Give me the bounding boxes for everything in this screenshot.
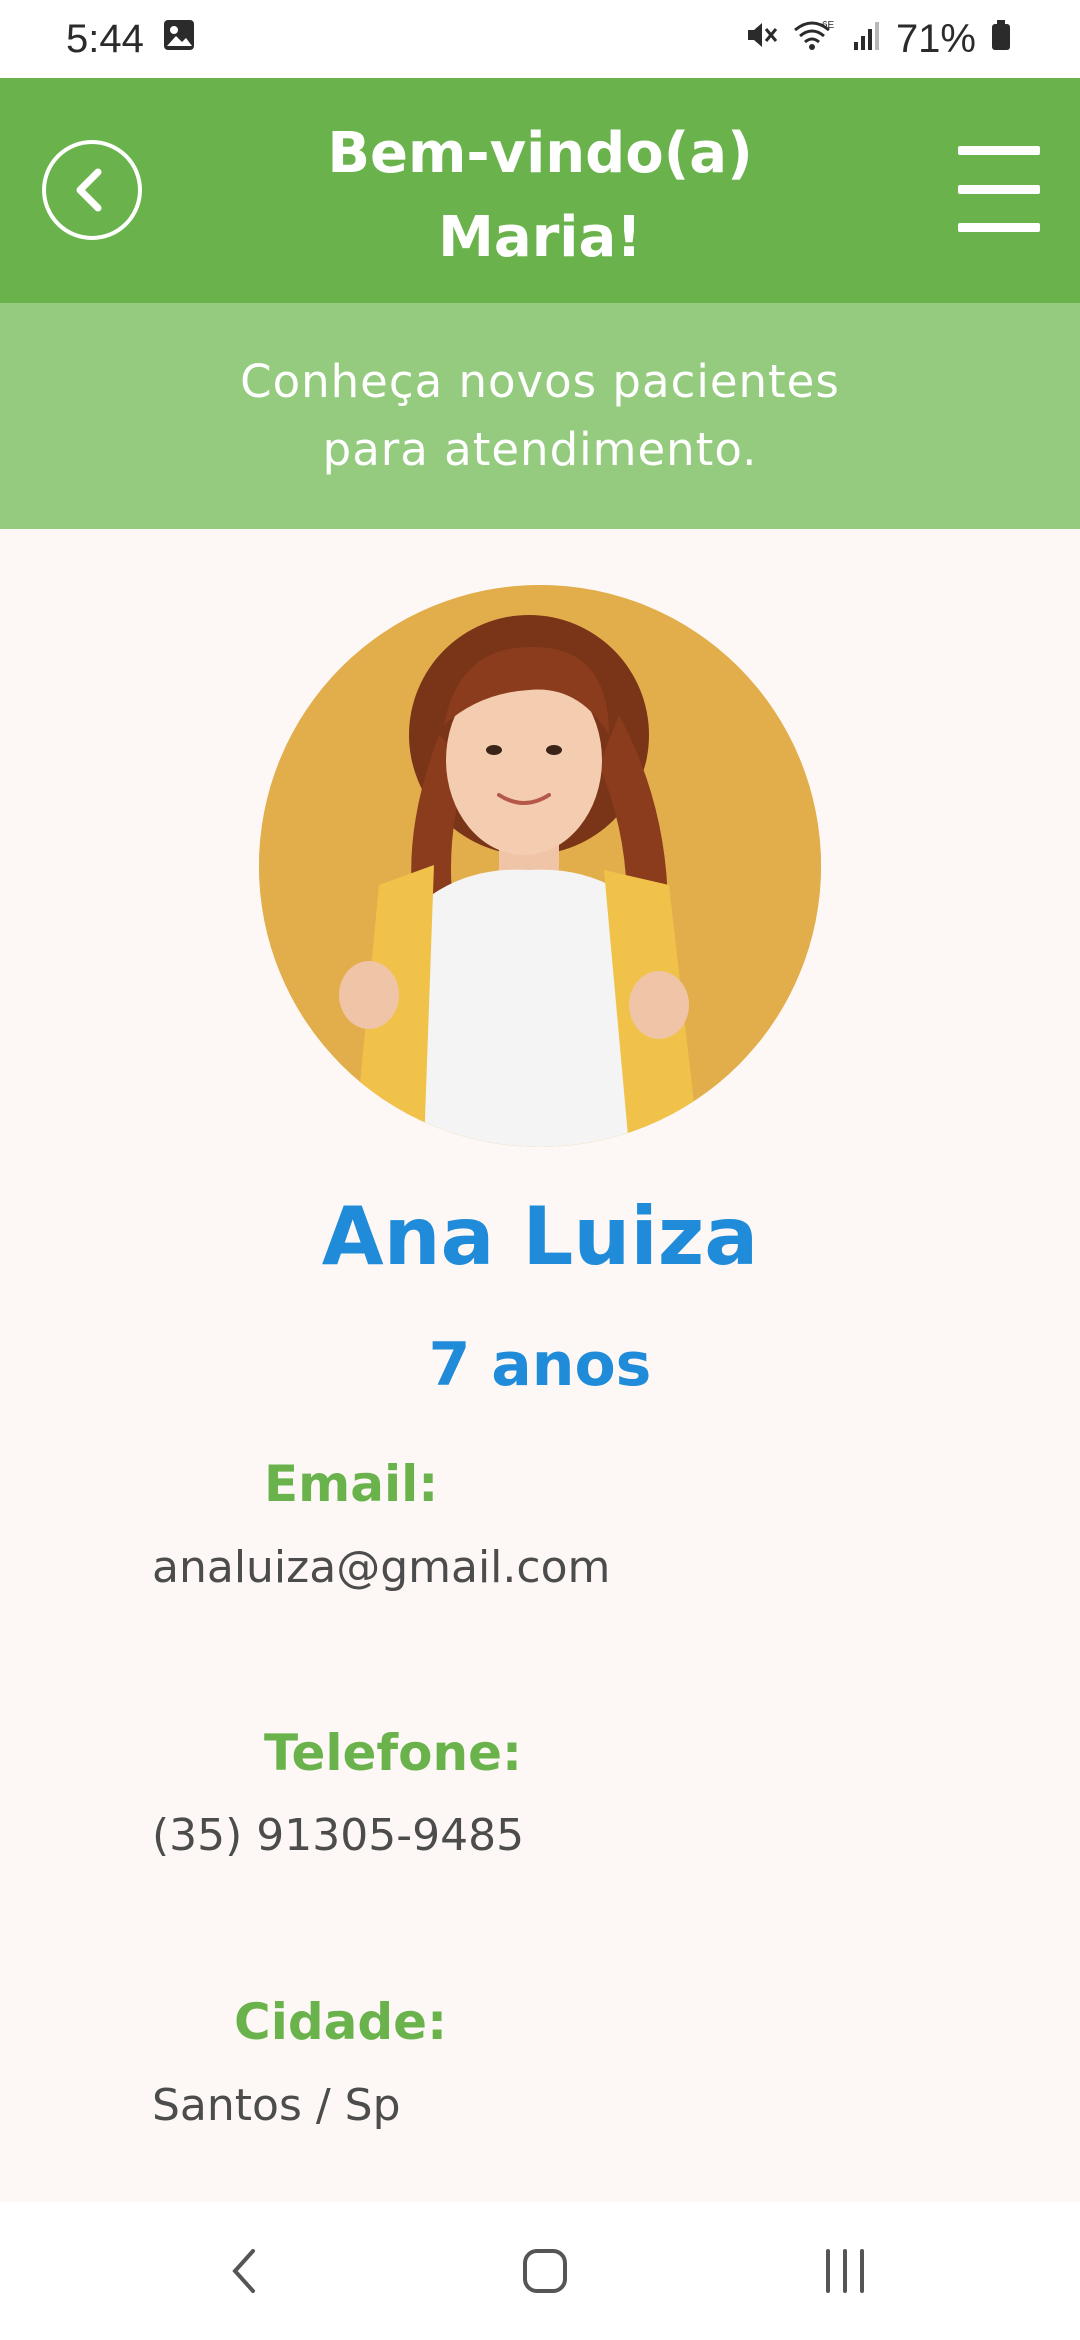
- system-nav-bar: [0, 2202, 1080, 2340]
- title-line-2: Maria!: [438, 205, 642, 270]
- nav-home-icon[interactable]: [500, 2202, 590, 2340]
- subheader-line-2: para atendimento.: [322, 423, 758, 476]
- svg-text:6E: 6E: [822, 20, 835, 31]
- app-header: Bem-vindo(a) Maria!: [0, 78, 1080, 303]
- city-label: Cidade:: [234, 1993, 448, 2051]
- patient-name: Ana Luiza: [321, 1190, 759, 1283]
- hamburger-menu-icon[interactable]: [958, 146, 1040, 232]
- phone-label: Telefone:: [264, 1724, 523, 1782]
- mute-icon: [744, 17, 778, 62]
- chevron-left-icon: [76, 168, 102, 212]
- gallery-icon: [162, 17, 196, 62]
- signal-icon: [852, 17, 882, 62]
- patient-photo: [259, 585, 821, 1147]
- city-value: Santos / Sp: [152, 2080, 401, 2131]
- title-line-1: Bem-vindo(a): [327, 121, 753, 186]
- battery-icon: [990, 17, 1012, 62]
- back-button[interactable]: [42, 140, 142, 240]
- patient-age: 7 anos: [428, 1330, 652, 1400]
- nav-back-icon[interactable]: [200, 2202, 290, 2340]
- subheader-line-1: Conheça novos pacientes: [240, 355, 840, 408]
- status-right: 6E 71%: [744, 17, 1012, 62]
- status-left: 5:44: [66, 17, 196, 62]
- email-value: analuiza@gmail.com: [152, 1542, 611, 1593]
- email-label: Email:: [264, 1455, 439, 1513]
- page-title: Bem-vindo(a) Maria!: [190, 112, 890, 280]
- phone-value: (35) 91305-9485: [152, 1810, 525, 1861]
- wifi-6e-icon: 6E: [792, 17, 838, 62]
- nav-recents-icon[interactable]: [800, 2202, 890, 2340]
- battery-text: 71%: [895, 16, 976, 61]
- status-time: 5:44: [66, 16, 144, 61]
- status-bar: 5:44 6E 71%: [0, 0, 1080, 78]
- subheader-banner: Conheça novos pacientes para atendimento…: [0, 303, 1080, 529]
